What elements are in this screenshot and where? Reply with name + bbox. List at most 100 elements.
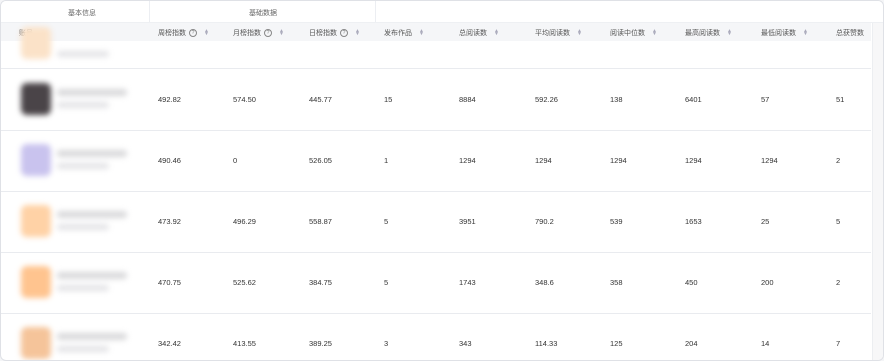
cell-monthly: 525.62 bbox=[233, 278, 256, 287]
help-icon[interactable]: ? bbox=[264, 29, 272, 37]
table-row[interactable]: 342.42 413.55 389.25 3 343 114.33 125 204 14 7 bbox=[1, 313, 871, 360]
sort-icon[interactable]: ▲▼ bbox=[419, 29, 424, 37]
cell-avg-reads: 1294 bbox=[535, 156, 552, 165]
cell-min-reads: 14 bbox=[761, 339, 770, 348]
cell-published: 3 bbox=[384, 339, 389, 348]
col-weekly[interactable]: 周榜指数? ▲ ▼ bbox=[158, 28, 209, 38]
col-weekly-label: 周榜指数 bbox=[158, 30, 186, 37]
cell-min-reads: 57 bbox=[761, 95, 770, 104]
account-cell[interactable] bbox=[19, 77, 139, 121]
vertical-scrollbar[interactable] bbox=[872, 23, 883, 360]
col-total-reads-label: 总阅读数 bbox=[459, 30, 487, 37]
col-daily[interactable]: 日榜指数? ▲ ▼ bbox=[309, 28, 360, 38]
sort-icon[interactable]: ▲▼ bbox=[494, 29, 499, 37]
cell-min-reads: 1294 bbox=[761, 156, 778, 165]
avatar bbox=[21, 327, 51, 359]
cell-published: 5 bbox=[384, 278, 389, 287]
cell-max-reads: 204 bbox=[685, 339, 698, 348]
cell-total-likes: 51 bbox=[836, 95, 845, 104]
cell-daily: 558.87 bbox=[309, 217, 332, 226]
sort-icon[interactable]: ▲▼ bbox=[652, 29, 657, 37]
account-cell[interactable] bbox=[19, 321, 139, 360]
col-avg-reads[interactable]: 平均阅读数 ▲ ▼ bbox=[535, 28, 582, 38]
col-min-reads-label: 最低阅读数 bbox=[761, 30, 796, 37]
avatar bbox=[21, 144, 51, 176]
col-total-reads[interactable]: 总阅读数 ▲ ▼ bbox=[459, 28, 499, 38]
sort-icon[interactable]: ▲▼ bbox=[577, 29, 582, 37]
group-header-row: 基本信息 基础数据 bbox=[1, 1, 883, 23]
col-monthly[interactable]: 月榜指数? ▲ ▼ bbox=[233, 28, 284, 38]
col-published-label: 发布作品 bbox=[384, 30, 412, 37]
col-max-reads[interactable]: 最高阅读数 ▲ ▼ bbox=[685, 28, 732, 38]
account-handle-placeholder bbox=[57, 346, 109, 352]
account-handle-placeholder bbox=[57, 163, 109, 169]
cell-median-reads: 125 bbox=[610, 339, 623, 348]
cell-weekly: 492.82 bbox=[158, 95, 181, 104]
group-header-basic: 基本信息 bbox=[68, 10, 96, 17]
col-median-reads[interactable]: 阅读中位数 ▲ ▼ bbox=[610, 28, 657, 38]
cell-weekly: 470.75 bbox=[158, 278, 181, 287]
account-cell[interactable] bbox=[19, 260, 139, 304]
col-total-likes-label: 总获赞数 bbox=[836, 30, 864, 37]
account-name-placeholder bbox=[57, 89, 127, 96]
cell-max-reads: 1294 bbox=[685, 156, 702, 165]
cell-total-likes: 7 bbox=[836, 339, 841, 348]
help-icon[interactable]: ? bbox=[189, 29, 197, 37]
avatar bbox=[21, 205, 51, 237]
cell-max-reads: 1653 bbox=[685, 217, 702, 226]
cell-median-reads: 358 bbox=[610, 278, 623, 287]
col-min-reads[interactable]: 最低阅读数 ▲ ▼ bbox=[761, 28, 808, 38]
cell-daily: 526.05 bbox=[309, 156, 332, 165]
col-total-likes[interactable]: 总获赞数▲▼ bbox=[836, 28, 876, 38]
avatar bbox=[21, 83, 51, 115]
cell-weekly: 342.42 bbox=[158, 339, 181, 348]
cell-min-reads: 25 bbox=[761, 217, 770, 226]
account-cell[interactable] bbox=[19, 199, 139, 243]
group-divider bbox=[375, 1, 376, 22]
cell-max-reads: 450 bbox=[685, 278, 698, 287]
sort-icon[interactable]: ▲▼ bbox=[803, 29, 808, 37]
cell-daily: 389.25 bbox=[309, 339, 332, 348]
cell-avg-reads: 790.2 bbox=[535, 217, 554, 226]
sort-icon[interactable]: ▲▼ bbox=[727, 29, 732, 37]
account-handle-placeholder bbox=[57, 102, 109, 108]
help-icon[interactable]: ? bbox=[340, 29, 348, 37]
ranking-table: 基本信息 基础数据 账号 周榜指数?▲▼ 月榜指数?▲▼ 日榜指数?▲▼ 发布作… bbox=[0, 0, 884, 361]
account-cell[interactable] bbox=[19, 21, 139, 65]
cell-monthly: 574.50 bbox=[233, 95, 256, 104]
cell-total-reads: 3951 bbox=[459, 217, 476, 226]
col-published[interactable]: 发布作品 ▲ ▼ bbox=[384, 28, 424, 38]
table-row[interactable] bbox=[1, 27, 871, 69]
table-row[interactable]: 492.82 574.50 445.77 15 8884 592.26 138 6401 57 5… bbox=[1, 69, 871, 131]
account-name-placeholder bbox=[57, 150, 127, 157]
cell-total-reads: 1294 bbox=[459, 156, 476, 165]
cell-monthly: 0 bbox=[233, 156, 238, 165]
col-median-reads-label: 阅读中位数 bbox=[610, 30, 645, 37]
avatar bbox=[21, 27, 51, 59]
cell-total-reads: 8884 bbox=[459, 95, 476, 104]
sort-icon[interactable]: ▲▼ bbox=[355, 29, 360, 37]
table-row[interactable]: 470.75 525.62 384.75 5 1743 348.6 358 450 200 2 bbox=[1, 252, 871, 314]
table-row[interactable]: 473.92 496.29 558.87 5 3951 790.2 539 1653 25 5 bbox=[1, 191, 871, 253]
cell-monthly: 496.29 bbox=[233, 217, 256, 226]
cell-daily: 445.77 bbox=[309, 95, 332, 104]
sort-icon[interactable]: ▲▼ bbox=[279, 29, 284, 37]
cell-weekly: 473.92 bbox=[158, 217, 181, 226]
group-divider bbox=[149, 1, 150, 22]
account-cell[interactable] bbox=[19, 138, 139, 182]
cell-weekly: 490.46 bbox=[158, 156, 181, 165]
account-name-placeholder bbox=[57, 51, 109, 57]
avatar bbox=[21, 266, 51, 298]
col-max-reads-label: 最高阅读数 bbox=[685, 30, 720, 37]
account-handle-placeholder bbox=[57, 285, 109, 291]
cell-median-reads: 1294 bbox=[610, 156, 627, 165]
table-row[interactable]: 490.46 0 526.05 1 1294 1294 1294 1294 1294 2 bbox=[1, 130, 871, 192]
sort-icon[interactable]: ▲▼ bbox=[204, 29, 209, 37]
cell-avg-reads: 592.26 bbox=[535, 95, 558, 104]
cell-daily: 384.75 bbox=[309, 278, 332, 287]
cell-published: 1 bbox=[384, 156, 389, 165]
cell-total-reads: 1743 bbox=[459, 278, 476, 287]
account-name-placeholder bbox=[57, 333, 127, 340]
cell-min-reads: 200 bbox=[761, 278, 774, 287]
cell-median-reads: 539 bbox=[610, 217, 623, 226]
